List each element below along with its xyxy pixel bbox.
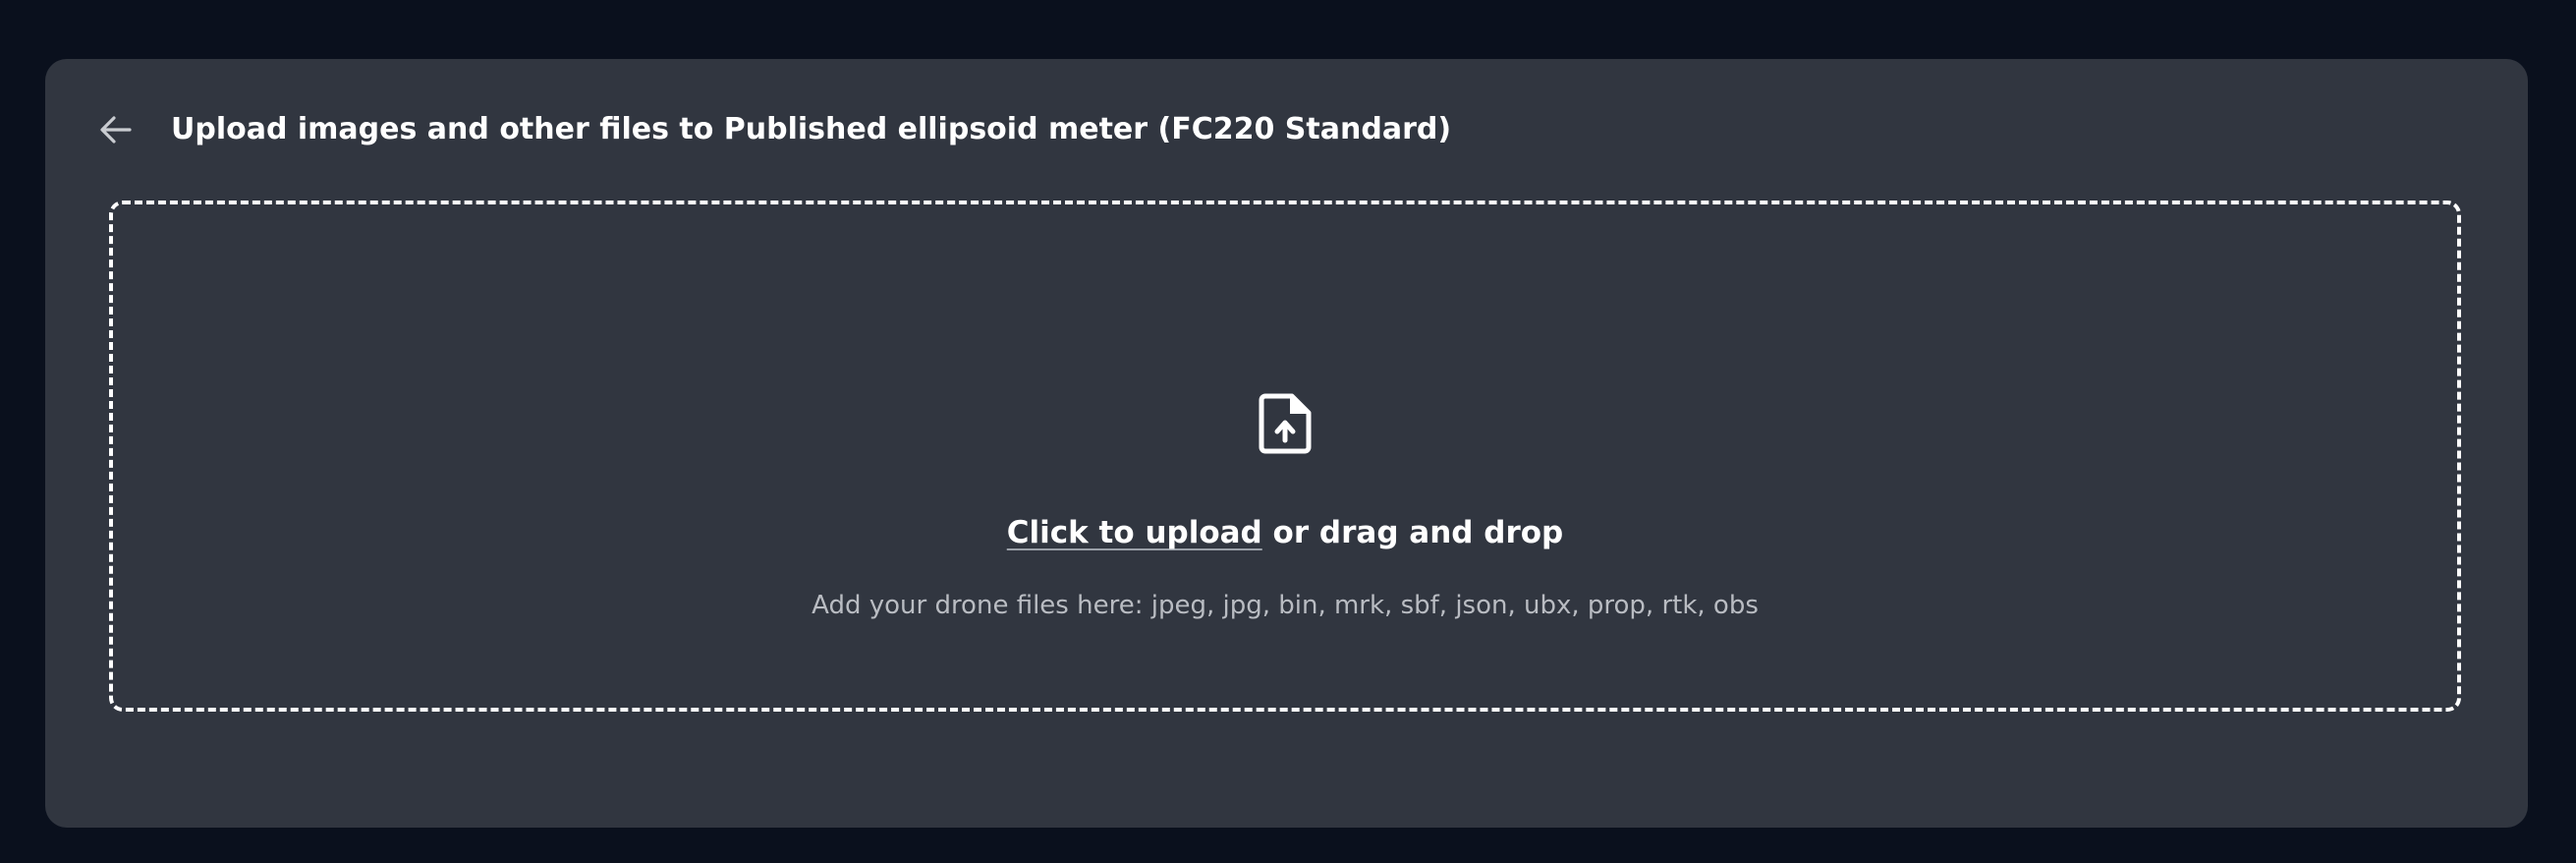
click-to-upload-link[interactable]: Click to upload: [1007, 515, 1262, 550]
arrow-left-icon: [100, 116, 132, 144]
file-types-hint: Add your drone files here: jpeg, jpg, bi…: [812, 591, 1759, 620]
file-upload-icon: [1259, 393, 1312, 454]
upload-cta: Click to upload or drag and drop: [113, 511, 2457, 554]
page-title: Upload images and other files to Publish…: [171, 112, 1452, 146]
upload-header: Upload images and other files to Publish…: [45, 59, 2528, 197]
drag-drop-text: or drag and drop: [1261, 515, 1564, 550]
back-button[interactable]: [94, 108, 138, 151]
upload-card: Upload images and other files to Publish…: [45, 59, 2528, 828]
file-dropzone[interactable]: Click to upload or drag and drop Add you…: [109, 201, 2461, 712]
